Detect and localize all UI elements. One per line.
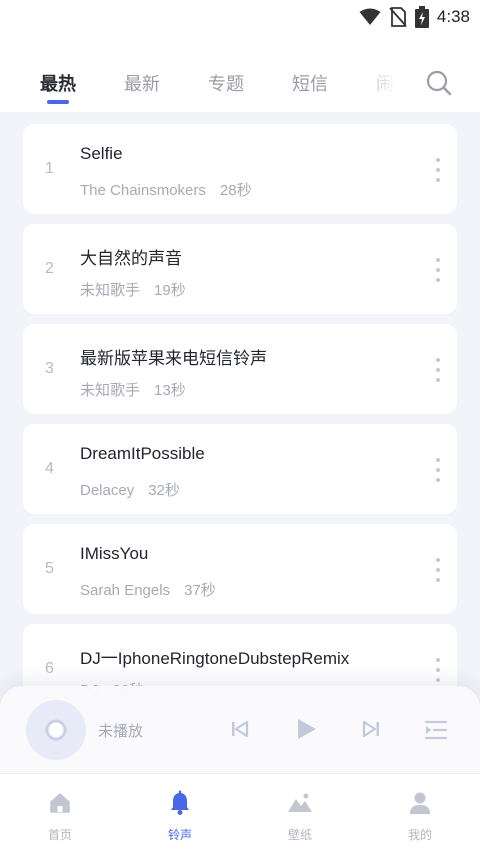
more-dot [436,168,440,172]
song-title: Selfie [80,144,123,163]
more-options-button[interactable] [433,458,443,482]
song-title: IMissYou [80,544,149,563]
bell-icon [171,790,189,815]
playback-status: 未播放 [98,722,144,740]
search-icon [426,70,452,96]
nav-home[interactable]: 首页 [30,788,90,843]
song-artist: The Chainsmokers [80,182,206,199]
more-dot [436,558,440,562]
song-duration: 37秒 [184,582,216,599]
nav-wallpapers[interactable]: 壁纸 [270,788,330,843]
more-options-button[interactable] [433,358,443,382]
list-item[interactable]: 3 最新版苹果来电短信铃声 未知歌手 13秒 [23,324,457,414]
song-title: DreamItPossible [80,444,205,463]
more-options-button[interactable] [433,558,443,582]
playlist-icon [424,720,448,740]
more-dot [436,258,440,262]
previous-button[interactable] [230,720,250,742]
more-dot [436,278,440,282]
song-duration: 28秒 [219,182,252,199]
more-dot [436,358,440,362]
more-dot [436,678,440,682]
play-button[interactable] [293,716,319,746]
song-duration: 32秒 [148,482,180,499]
more-dot [436,578,440,582]
more-options-button[interactable] [433,158,443,182]
item-index: 1 [45,160,54,177]
more-dot [436,378,440,382]
more-dot [436,478,440,482]
user-icon [410,792,430,814]
more-dot [436,468,440,472]
song-meta: 未知歌手 19秒 [80,279,186,300]
more-options-button[interactable] [433,258,443,282]
list-item[interactable]: 2 大自然的声音 未知歌手 19秒 [23,224,457,314]
song-meta: Delacey 32秒 [80,479,180,500]
item-index: 5 [45,560,54,577]
play-icon [298,719,316,739]
song-title: 大自然的声音 [80,249,182,268]
song-artist: Delacey [80,482,135,499]
search-button[interactable] [424,68,454,98]
nav-label: 首页 [47,828,72,842]
playlist-button[interactable] [424,719,448,745]
skip-previous-icon [232,720,249,738]
home-icon [50,793,70,813]
bottom-navigation: 首页 铃声 壁纸 我的 [0,773,480,853]
skip-next-icon [362,720,379,738]
song-meta: Sarah Engels 37秒 [80,579,216,600]
song-title: 最新版苹果来电短信铃声 [80,349,267,368]
next-button[interactable] [361,720,381,742]
tab-scroll-fade [355,62,415,102]
clock: 4:38 [436,7,470,26]
wifi-icon [359,8,381,25]
more-options-button[interactable] [433,658,443,682]
item-index: 6 [45,660,54,677]
nav-label: 我的 [407,828,432,842]
song-duration: 13秒 [154,382,186,399]
more-dot [436,268,440,272]
item-index: 4 [45,460,54,477]
more-dot [436,568,440,572]
more-dot [436,178,440,182]
more-dot [436,668,440,672]
tab-topics[interactable]: 专题 [208,70,244,96]
song-title: DJ一IphoneRingtoneDubstepRemix [80,649,350,668]
more-dot [436,458,440,462]
nav-profile[interactable]: 我的 [390,788,450,843]
active-tab-indicator [47,100,69,104]
song-duration: 19秒 [154,282,186,299]
more-dot [436,658,440,662]
more-dot [436,158,440,162]
tab-sms[interactable]: 短信 [292,70,328,96]
status-bar: 4:38 [0,0,480,34]
battery-charging-icon [414,6,429,28]
more-dot [436,368,440,372]
list-item[interactable]: 1 Selfie The Chainsmokers 28秒 [23,124,457,214]
nav-label: 铃声 [167,828,192,842]
ringtone-list[interactable]: 1 Selfie The Chainsmokers 28秒 2 大自然的声音 未知… [0,112,480,712]
list-item[interactable]: 4 DreamItPossible Delacey 32秒 [23,424,457,514]
no-sim-icon [389,7,407,27]
song-artist: Sarah Engels [80,582,171,599]
album-disc[interactable] [26,700,86,760]
tab-hottest[interactable]: 最热 [40,70,76,96]
tab-newest[interactable]: 最新 [124,70,160,96]
image-icon [288,793,312,812]
mini-player: 未播放 [0,686,480,776]
song-meta: The Chainsmokers 28秒 [80,179,252,200]
song-meta: 未知歌手 13秒 [80,379,186,400]
nav-label: 壁纸 [287,828,312,842]
song-artist: 未知歌手 [80,382,141,399]
item-index: 3 [45,360,54,377]
list-item[interactable]: 5 IMissYou Sarah Engels 37秒 [23,524,457,614]
nav-ringtones[interactable]: 铃声 [150,788,210,843]
item-index: 2 [45,260,54,277]
song-artist: 未知歌手 [80,282,141,299]
